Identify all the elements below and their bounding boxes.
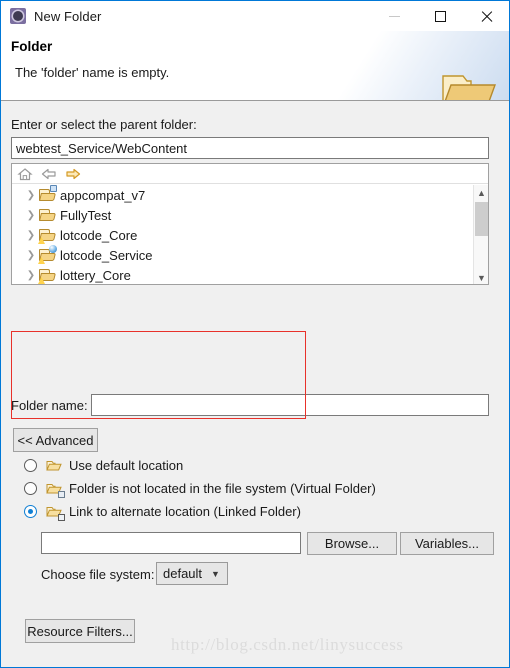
folder-icon	[38, 207, 56, 223]
chevron-right-icon[interactable]: ❯	[24, 190, 38, 201]
folder-icon	[441, 67, 497, 100]
file-system-select[interactable]: default ▼	[156, 562, 228, 585]
folder-icon	[38, 227, 56, 244]
close-icon	[480, 10, 493, 23]
dialog-header: Folder The 'folder' name is empty.	[1, 31, 509, 100]
tree-row[interactable]: ❯ lotcode_Service	[12, 245, 474, 265]
tree-scrollbar[interactable]: ▲ ▼	[473, 185, 488, 284]
folder-icon	[38, 245, 57, 264]
maximize-button[interactable]	[417, 1, 463, 31]
new-folder-dialog: New Folder Folder The 'folder' name is e…	[0, 0, 510, 668]
chevron-right-icon[interactable]: ❯	[24, 210, 38, 221]
browse-button[interactable]: Browse...	[307, 532, 397, 555]
advanced-toggle-button[interactable]: << Advanced	[13, 428, 98, 452]
status-message: The 'folder' name is empty.	[15, 65, 170, 80]
window-controls	[371, 1, 509, 31]
watermark-text: http://blog.csdn.net/linysuccess	[171, 635, 404, 654]
folder-icon	[38, 185, 57, 203]
dialog-body: Enter or select the parent folder: webte…	[1, 101, 509, 667]
tree-row[interactable]: ❯ appcompat_v7	[12, 185, 474, 205]
parent-folder-label: Enter or select the parent folder:	[11, 117, 197, 132]
tree-row[interactable]: ❯ FullyTest	[12, 205, 474, 225]
parent-folder-value: webtest_Service/WebContent	[16, 140, 188, 156]
tree-item-label: appcompat_v7	[60, 187, 146, 203]
radio-indicator[interactable]	[24, 482, 37, 495]
minimize-icon	[388, 15, 400, 17]
chevron-down-icon[interactable]: ▼	[211, 569, 220, 579]
tree-row[interactable]: ❯ lottery_Core	[12, 265, 474, 284]
folder-name-input[interactable]	[91, 394, 489, 416]
radio-label: Use default location	[69, 458, 184, 473]
linked-folder-icon	[46, 505, 65, 521]
variables-button[interactable]: Variables...	[400, 532, 494, 555]
title-bar: New Folder	[1, 1, 509, 31]
resource-filters-button[interactable]: Resource Filters...	[25, 619, 135, 643]
file-system-label: Choose file system:	[41, 567, 155, 582]
tree-toolbar	[12, 164, 488, 184]
radio-use-default-location[interactable]: Use default location	[24, 458, 183, 473]
linked-location-input[interactable]	[41, 532, 301, 554]
chevron-right-icon[interactable]: ❯	[24, 250, 38, 261]
radio-indicator[interactable]	[24, 459, 37, 472]
tree-row[interactable]: ❯ lotcode_Core	[12, 225, 474, 245]
folder-name-label: Folder name:	[11, 398, 88, 413]
link-badge-icon	[58, 513, 65, 521]
virtual-badge-icon	[58, 490, 65, 498]
eclipse-wizard-icon	[10, 8, 26, 24]
radio-label: Folder is not located in the file system…	[69, 481, 376, 496]
maximize-icon	[434, 10, 446, 22]
radio-label: Link to alternate location (Linked Folde…	[69, 504, 301, 519]
scroll-down-button[interactable]: ▼	[474, 270, 488, 284]
tree-item-label: FullyTest	[60, 207, 112, 223]
forward-arrow-icon[interactable]	[65, 167, 81, 181]
tree-item-label: lotcode_Core	[60, 227, 138, 243]
java-badge-icon	[49, 245, 57, 253]
folder-tree-panel: ❯ appcompat_v7 ❯ FullyTest ❯ lotcode_Cor…	[11, 163, 489, 285]
tree-item-label: lottery_Core	[60, 267, 131, 283]
chevron-right-icon[interactable]: ❯	[24, 270, 38, 281]
page-title: Folder	[11, 39, 53, 54]
radio-linked-folder[interactable]: Link to alternate location (Linked Folde…	[24, 504, 301, 521]
virtual-folder-icon	[46, 482, 65, 498]
scroll-up-button[interactable]: ▲	[474, 185, 488, 200]
scrollbar-thumb[interactable]	[475, 202, 488, 236]
radio-virtual-folder[interactable]: Folder is not located in the file system…	[24, 481, 376, 498]
window-title: New Folder	[34, 8, 102, 24]
minimize-button[interactable]	[371, 1, 417, 31]
folder-icon	[38, 267, 56, 284]
file-system-value: default	[163, 566, 203, 581]
parent-folder-input[interactable]: webtest_Service/WebContent	[11, 137, 489, 159]
folder-icon	[46, 459, 64, 473]
chevron-right-icon[interactable]: ❯	[24, 230, 38, 241]
close-button[interactable]	[463, 1, 509, 31]
tree-item-label: lotcode_Service	[60, 247, 153, 263]
back-arrow-icon[interactable]	[41, 167, 57, 181]
radio-indicator[interactable]	[24, 505, 37, 518]
home-icon[interactable]	[17, 167, 33, 181]
project-badge-icon	[50, 185, 57, 192]
folder-tree[interactable]: ❯ appcompat_v7 ❯ FullyTest ❯ lotcode_Cor…	[12, 185, 474, 284]
